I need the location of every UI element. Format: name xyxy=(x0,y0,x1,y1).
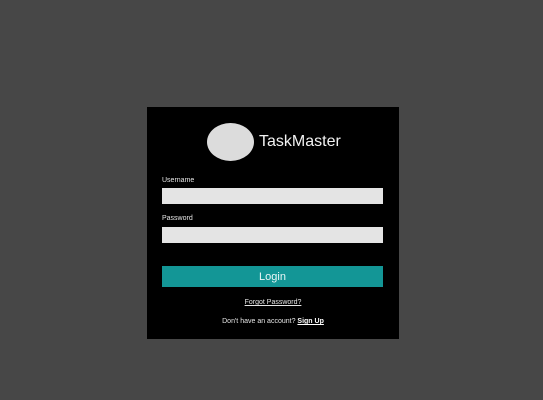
password-input[interactable] xyxy=(162,227,383,243)
username-label: Username xyxy=(162,177,195,184)
signup-link[interactable]: Sign Up xyxy=(297,318,323,325)
signup-row: Don't have an account? Sign Up xyxy=(147,318,399,325)
signup-prompt: Don't have an account? xyxy=(222,318,296,325)
forgot-password-link[interactable]: Forgot Password? xyxy=(147,299,399,306)
logo-icon xyxy=(207,123,254,161)
username-input[interactable] xyxy=(162,188,383,204)
password-label: Password xyxy=(162,215,193,222)
login-button[interactable]: Login xyxy=(162,266,383,287)
login-card: TaskMaster Username Password Login Forgo… xyxy=(147,107,399,339)
brand-header: TaskMaster xyxy=(207,123,341,161)
app-title: TaskMaster xyxy=(259,133,341,150)
